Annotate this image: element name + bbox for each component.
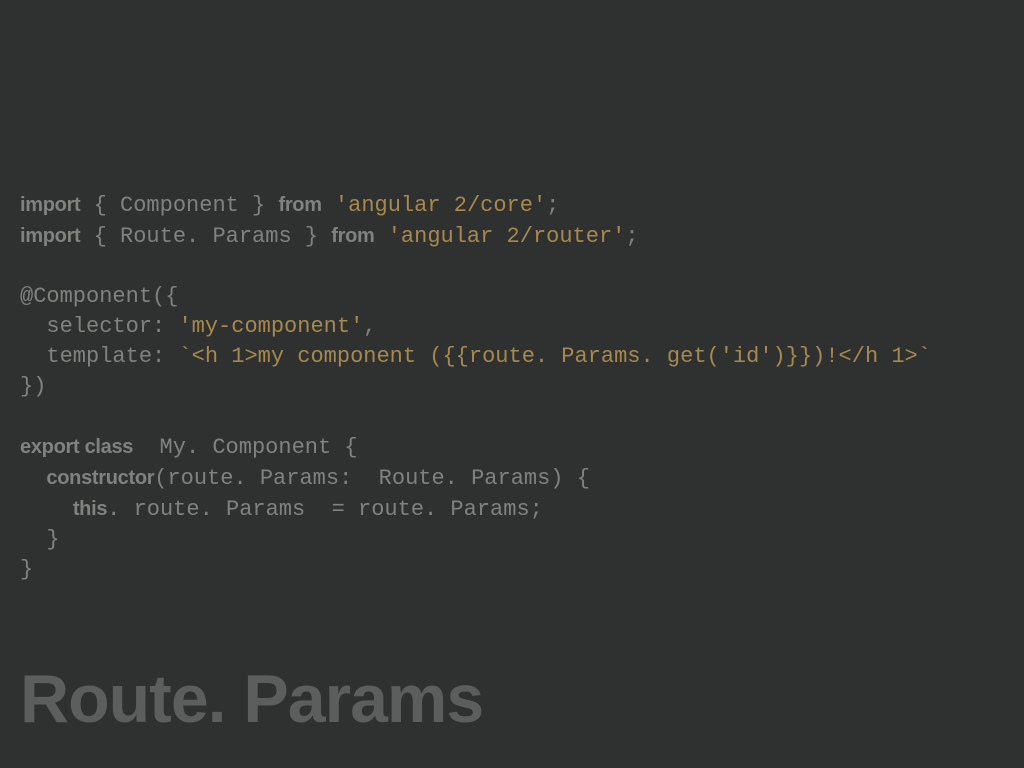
code-text xyxy=(375,224,388,249)
code-text xyxy=(322,193,335,218)
code-text: (route. Params: Route. Params) { xyxy=(154,466,590,491)
keyword-constructor: constructor xyxy=(46,467,154,489)
code-line: }) xyxy=(20,374,46,399)
string-literal: 'angular 2/router' xyxy=(388,224,626,249)
code-text: ; xyxy=(625,224,638,249)
code-text xyxy=(20,497,73,522)
keyword-export-class: export class xyxy=(20,436,133,458)
code-block: import { Component } from 'angular 2/cor… xyxy=(20,190,931,585)
slide: import { Component } from 'angular 2/cor… xyxy=(0,0,1024,768)
code-text: ; xyxy=(546,193,559,218)
code-line: } xyxy=(20,557,33,582)
code-text: My. Component { xyxy=(133,435,357,460)
code-line: @Component({ xyxy=(20,284,178,309)
keyword-import: import xyxy=(20,225,80,247)
keyword-this: this xyxy=(73,498,107,520)
keyword-import: import xyxy=(20,194,80,216)
code-text xyxy=(20,466,46,491)
slide-title: Route. Params xyxy=(20,660,483,738)
code-line: } xyxy=(20,527,60,552)
string-literal: 'my-component' xyxy=(178,314,363,339)
string-literal: 'angular 2/core' xyxy=(335,193,546,218)
code-text: { Component } xyxy=(80,193,278,218)
code-text: template: xyxy=(20,344,178,369)
code-text: . route. Params = route. Params; xyxy=(107,497,543,522)
code-text: , xyxy=(363,314,376,339)
string-literal: `<h 1>my component ({{route. Params. get… xyxy=(178,344,931,369)
keyword-from: from xyxy=(331,225,374,247)
code-text: { Route. Params } xyxy=(80,224,331,249)
code-text: selector: xyxy=(20,314,178,339)
keyword-from: from xyxy=(278,194,321,216)
